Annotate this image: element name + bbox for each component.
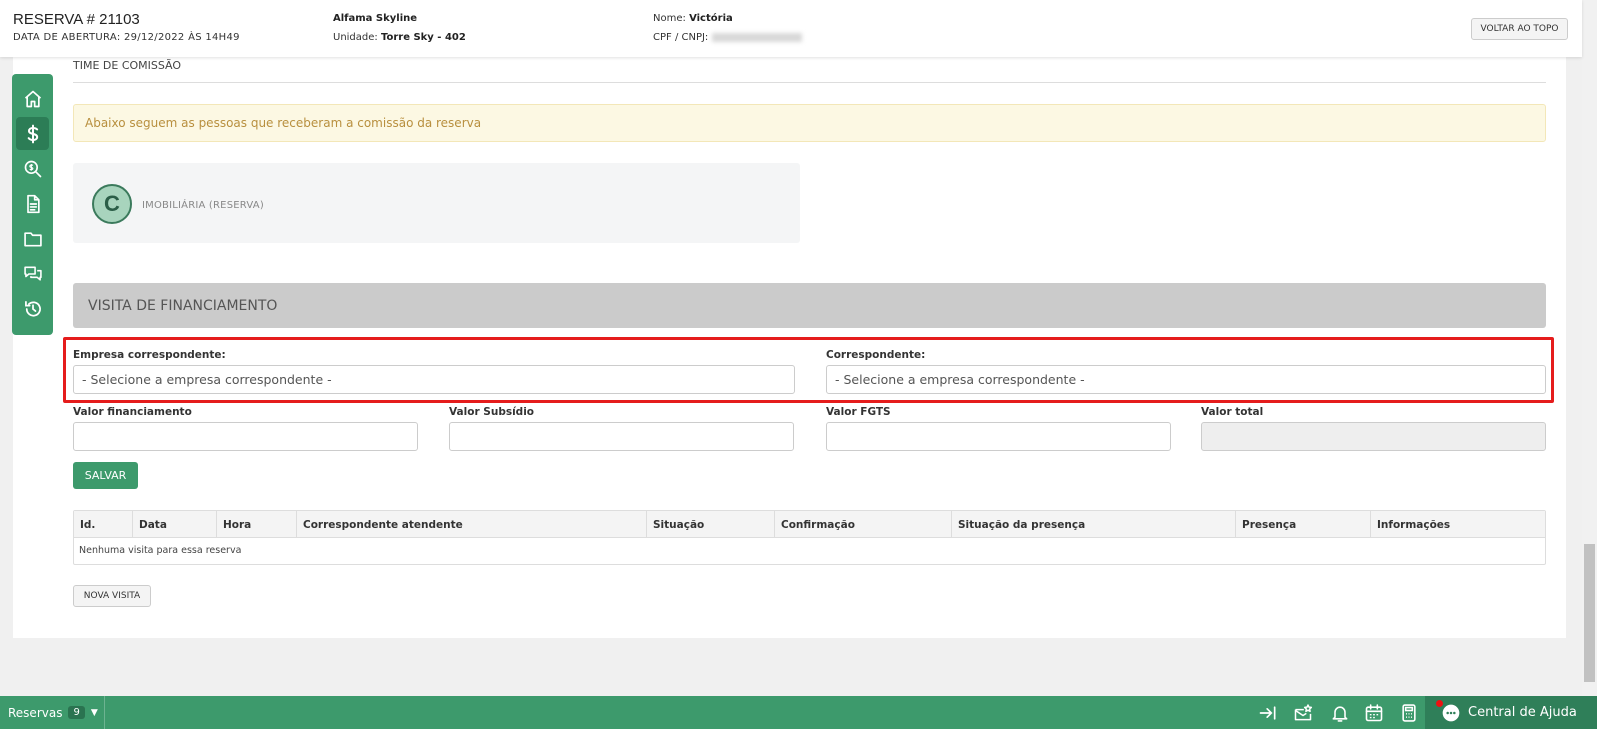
folder-icon bbox=[23, 231, 42, 246]
client-name: Nome: Victória bbox=[653, 13, 733, 24]
commission-member-card: C IMOBILIÁRIA (RESERVA) bbox=[73, 163, 800, 243]
search-dollar-icon bbox=[24, 160, 41, 177]
correspondent-select[interactable]: - Selecione a empresa correspondente - bbox=[826, 365, 1546, 394]
column-header-information[interactable]: Informações bbox=[1370, 511, 1545, 538]
footer-divider bbox=[104, 696, 105, 729]
chevron-down-icon: ▼ bbox=[90, 707, 98, 718]
client-document: CPF / CNPJ: bbox=[653, 32, 803, 43]
column-header-time[interactable]: Hora bbox=[216, 511, 296, 538]
table-header: Id. Data Hora Correspondente atendente S… bbox=[74, 511, 1545, 538]
financing-visit-heading: VISITA DE FINANCIAMENTO bbox=[73, 283, 1546, 328]
table-empty-message: Nenhuma visita para essa reserva bbox=[79, 545, 242, 556]
sidebar-nav bbox=[12, 74, 53, 335]
sidebar-item-history[interactable] bbox=[16, 292, 49, 325]
scrollbar-thumb[interactable] bbox=[1584, 544, 1595, 682]
sidebar-item-search-finance[interactable] bbox=[16, 152, 49, 185]
home-icon bbox=[24, 90, 41, 107]
development-name: Alfama Skyline bbox=[333, 13, 418, 24]
save-button[interactable]: SALVAR bbox=[73, 462, 138, 489]
blurred-document-value bbox=[712, 32, 803, 42]
fgts-value-input[interactable] bbox=[826, 422, 1171, 451]
chat-bubble-icon bbox=[1441, 703, 1461, 723]
sidebar-item-financial[interactable] bbox=[16, 117, 49, 150]
column-header-presence[interactable]: Presença bbox=[1235, 511, 1370, 538]
company-label: Empresa correspondente: bbox=[73, 349, 226, 361]
column-header-id[interactable]: Id. bbox=[74, 511, 132, 538]
new-visit-button[interactable]: NOVA VISITA bbox=[73, 585, 151, 607]
sidebar-item-documents[interactable] bbox=[16, 187, 49, 220]
reservations-label: Reservas bbox=[8, 705, 63, 720]
notification-dot bbox=[1436, 700, 1443, 707]
reservation-header: RESERVA # 21103 DATA DE ABERTURA: 29/12/… bbox=[0, 0, 1582, 57]
sidebar-item-home[interactable] bbox=[16, 82, 49, 115]
bell-icon[interactable] bbox=[1330, 703, 1350, 723]
mail-star-icon[interactable] bbox=[1293, 703, 1313, 723]
history-icon bbox=[24, 300, 41, 317]
commission-section-title: TIME DE COMISSÃO bbox=[73, 59, 182, 72]
subsidy-value-input[interactable] bbox=[449, 422, 794, 451]
fgts-value-label: Valor FGTS bbox=[826, 406, 891, 418]
help-center-label: Central de Ajuda bbox=[1468, 705, 1577, 720]
visits-table: Id. Data Hora Correspondente atendente S… bbox=[73, 510, 1546, 565]
avatar: C bbox=[92, 184, 132, 224]
commission-alert: Abaixo seguem as pessoas que receberam a… bbox=[73, 104, 1546, 142]
bottom-bar: Reservas 9 ▼ Central de Ajuda bbox=[0, 696, 1597, 729]
section-divider bbox=[73, 82, 1546, 83]
reservations-count-badge: 9 bbox=[68, 706, 85, 719]
sidebar-item-files[interactable] bbox=[16, 222, 49, 255]
calculator-icon[interactable] bbox=[1399, 703, 1419, 723]
financing-value-input[interactable] bbox=[73, 422, 418, 451]
sidebar-item-messages[interactable] bbox=[16, 257, 49, 290]
total-value-label: Valor total bbox=[1201, 406, 1264, 418]
reservation-title: RESERVA # 21103 bbox=[13, 11, 140, 28]
column-header-date[interactable]: Data bbox=[132, 511, 216, 538]
reservations-tab[interactable]: Reservas 9 ▼ bbox=[8, 696, 98, 729]
calendar-icon[interactable] bbox=[1364, 703, 1384, 723]
unit-info: Unidade: Torre Sky - 402 bbox=[333, 32, 466, 43]
commission-role: IMOBILIÁRIA (RESERVA) bbox=[142, 200, 264, 211]
company-select[interactable]: - Selecione a empresa correspondente - bbox=[73, 365, 795, 394]
help-center-button[interactable]: Central de Ajuda bbox=[1425, 696, 1597, 729]
back-to-top-button[interactable]: VOLTAR AO TOPO bbox=[1471, 18, 1568, 40]
dollar-icon bbox=[27, 124, 38, 143]
opening-date: DATA DE ABERTURA: 29/12/2022 ÀS 14H49 bbox=[13, 32, 240, 43]
financing-value-label: Valor financiamento bbox=[73, 406, 192, 418]
column-header-status[interactable]: Situação bbox=[646, 511, 774, 538]
total-value-input bbox=[1201, 422, 1546, 451]
subsidy-value-label: Valor Subsídio bbox=[449, 406, 535, 418]
column-header-confirmation[interactable]: Confirmação bbox=[774, 511, 951, 538]
document-icon bbox=[26, 194, 40, 213]
column-header-correspondent[interactable]: Correspondente atendente bbox=[296, 511, 646, 538]
chat-icon bbox=[23, 266, 42, 281]
column-header-presence-status[interactable]: Situação da presença bbox=[951, 511, 1235, 538]
correspondent-label: Correspondente: bbox=[826, 349, 926, 361]
logout-arrow-icon[interactable] bbox=[1258, 703, 1278, 723]
